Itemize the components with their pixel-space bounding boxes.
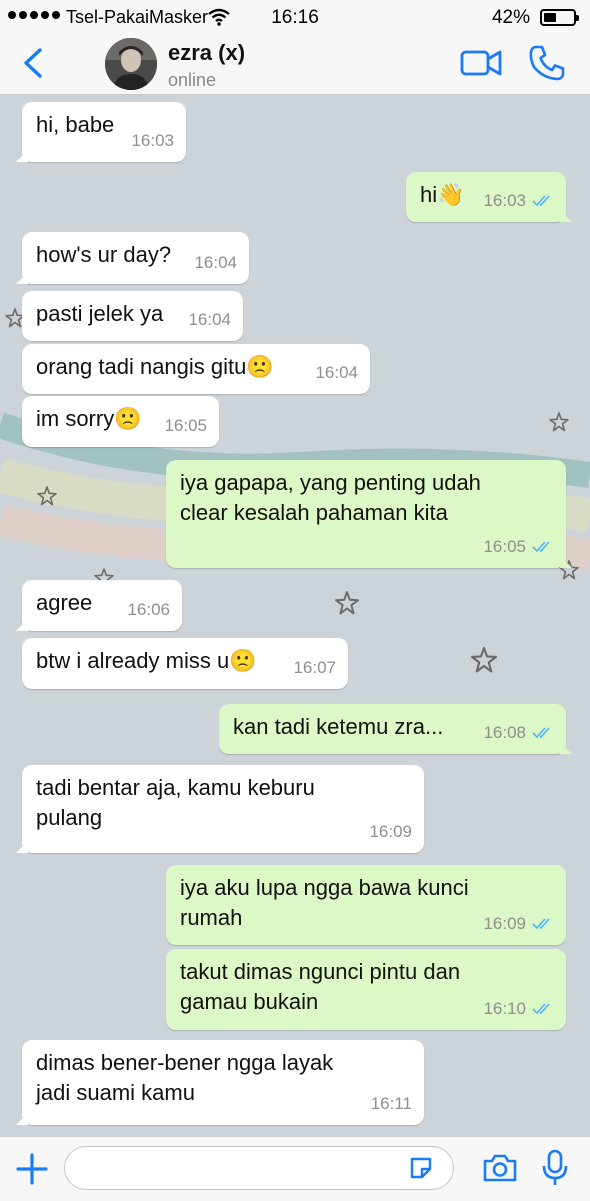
video-call-button[interactable]	[460, 46, 502, 80]
incoming-message[interactable]: tadi bentar aja, kamu keburu pulang 16:09	[16, 765, 424, 853]
message-time: 16:08	[483, 723, 526, 742]
incoming-message[interactable]: pasti jelek ya 16:04	[22, 291, 243, 341]
message-time: 16:04	[188, 310, 231, 329]
message-text: takut dimas ngunci pintu dan gamau bukai…	[180, 959, 461, 1014]
message-text: iya aku lupa ngga bawa kunci rumah	[180, 875, 469, 930]
message-meta: 16:09	[369, 817, 412, 847]
incoming-message[interactable]: hi, babe 16:03	[16, 102, 186, 162]
chat-header: ezra (x) online	[0, 34, 590, 95]
message-composer	[0, 1136, 590, 1201]
read-receipt-icon	[532, 195, 550, 207]
message-time: 16:06	[127, 600, 170, 619]
outgoing-message[interactable]: hi👋 16:03	[406, 172, 572, 222]
message-time: 16:04	[194, 253, 237, 272]
message-text: hi, babe	[36, 112, 115, 137]
profile-photo	[105, 38, 157, 90]
message-meta: 16:11	[371, 1089, 412, 1119]
message-text: tadi bentar aja, kamu keburu pulang	[36, 775, 315, 830]
outgoing-message[interactable]: kan tadi ketemu zra... 16:08	[219, 704, 572, 754]
voice-call-button[interactable]	[528, 44, 566, 82]
message-time: 16:03	[483, 191, 526, 210]
message-meta: 16:05	[164, 411, 207, 441]
message-time: 16:11	[370, 1094, 412, 1113]
back-button[interactable]	[18, 46, 48, 80]
battery-percentage: 42%	[491, 7, 530, 28]
message-text: hi👋	[420, 182, 465, 207]
message-text: iya gapapa, yang penting udah clear kesa…	[180, 470, 481, 525]
message-text: agree	[36, 590, 93, 615]
star-icon	[335, 591, 359, 615]
read-receipt-icon	[532, 727, 550, 739]
incoming-message[interactable]: im sorry🙁 16:05	[22, 396, 219, 447]
message-text: orang tadi nangis gitu🙁	[36, 354, 274, 379]
outgoing-message[interactable]: iya aku lupa ngga bawa kunci rumah 16:09	[166, 865, 566, 945]
message-meta: 16:04	[188, 305, 231, 335]
incoming-message[interactable]: orang tadi nangis gitu🙁 16:04	[22, 344, 370, 394]
message-text: kan tadi ketemu zra...	[233, 714, 444, 739]
message-meta: 16:09	[483, 909, 554, 939]
battery-icon	[540, 9, 579, 26]
sticker-button[interactable]	[408, 1155, 434, 1181]
incoming-message[interactable]: dimas bener-bener ngga layak jadi suami …	[16, 1040, 424, 1125]
camera-button[interactable]	[482, 1151, 518, 1185]
microphone-button[interactable]	[540, 1149, 570, 1187]
message-time: 16:05	[483, 537, 526, 556]
incoming-message[interactable]: how's ur day? 16:04	[16, 232, 249, 284]
message-input[interactable]	[64, 1146, 454, 1190]
message-meta: 16:03	[483, 186, 554, 216]
message-text: im sorry🙁	[36, 406, 142, 431]
outgoing-message[interactable]: iya gapapa, yang penting udah clear kesa…	[166, 460, 572, 568]
add-attachment-button[interactable]	[14, 1151, 50, 1187]
message-time: 16:05	[164, 416, 207, 435]
status-bar: Tsel-PakaiMasker 16:16 42%	[0, 0, 590, 34]
message-meta: 16:04	[194, 248, 237, 278]
message-text: how's ur day?	[36, 242, 172, 267]
star-icon	[470, 646, 498, 673]
message-meta: 16:05	[483, 532, 554, 562]
message-time: 16:09	[483, 914, 526, 933]
message-time: 16:09	[369, 822, 412, 841]
message-meta: 16:07	[293, 653, 336, 683]
message-time: 16:07	[293, 658, 336, 677]
read-receipt-icon	[532, 918, 550, 930]
read-receipt-icon	[532, 1003, 550, 1015]
message-time: 16:03	[131, 131, 174, 150]
chat-area[interactable]: hi, babe 16:03 hi👋 16:03 how's ur day? 16:04 p…	[0, 95, 590, 1135]
incoming-message[interactable]: btw i already miss u🙁 16:07	[22, 638, 348, 689]
avatar[interactable]	[105, 38, 157, 90]
message-time: 16:10	[483, 999, 526, 1018]
contact-status: online	[168, 70, 217, 90]
message-meta: 16:03	[131, 126, 174, 156]
message-meta: 16:06	[127, 595, 170, 625]
message-text: btw i already miss u🙁	[36, 648, 257, 673]
incoming-message[interactable]: agree 16:06	[16, 580, 182, 631]
star-icon	[549, 412, 569, 432]
message-text: dimas bener-bener ngga layak jadi suami …	[36, 1050, 334, 1105]
message-text: pasti jelek ya	[36, 301, 164, 326]
read-receipt-icon	[532, 541, 550, 553]
message-meta: 16:08	[483, 718, 554, 748]
contact-name[interactable]: ezra (x)	[168, 40, 245, 66]
message-meta: 16:10	[483, 994, 554, 1024]
message-time: 16:04	[315, 363, 358, 382]
outgoing-message[interactable]: takut dimas ngunci pintu dan gamau bukai…	[166, 949, 566, 1030]
message-meta: 16:04	[315, 358, 358, 388]
